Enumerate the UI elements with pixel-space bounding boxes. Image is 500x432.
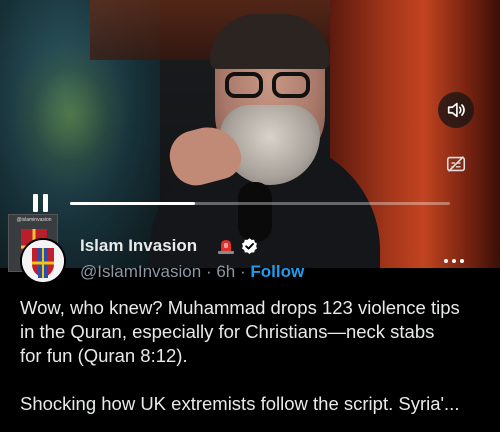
video-background-plant (10, 40, 130, 190)
video-person-glasses-right (272, 72, 310, 98)
pause-bar-right (43, 194, 48, 212)
more-dot-icon (444, 259, 448, 263)
pause-icon[interactable] (33, 194, 53, 214)
post-body[interactable]: Wow, who knew? Muhammad drops 123 violen… (20, 296, 490, 416)
siren-emoji-icon (218, 240, 234, 254)
author-meta: @IslamInvasion · 6h · Follow (80, 262, 304, 282)
more-options-button[interactable] (440, 254, 468, 268)
post-text-line: Shocking how UK extremists follow the sc… (20, 393, 460, 414)
volume-button[interactable] (438, 92, 474, 128)
post-screen: @islaminvasion Islam Invasion @IslamInva… (0, 0, 500, 432)
meta-separator: · (205, 262, 212, 281)
video-progress-fill (70, 202, 196, 205)
subtitles-off-icon (446, 156, 466, 172)
video-progress-bar[interactable] (70, 202, 450, 205)
author-display-name[interactable]: Islam Invasion (80, 236, 197, 256)
avatar[interactable] (20, 238, 66, 284)
video-player[interactable] (0, 0, 500, 268)
meta-separator-2: · (240, 262, 246, 281)
post-time[interactable]: 6h (216, 262, 235, 281)
video-microphone (238, 182, 272, 242)
post-text-line: for fun (Quran 8:12). (20, 345, 188, 366)
more-dot-icon (460, 259, 464, 263)
subtitles-button[interactable] (440, 148, 472, 180)
pause-bar-left (33, 194, 38, 212)
post-text-line: in the Quran, especially for Christians—… (20, 321, 435, 342)
author-handle[interactable]: @IslamInvasion (80, 262, 201, 281)
verified-badge-icon (241, 238, 258, 255)
follow-button[interactable]: Follow (250, 262, 304, 281)
crest-avatar-icon (22, 240, 64, 282)
post-text-line: Wow, who knew? Muhammad drops 123 violen… (20, 297, 460, 318)
speaker-volume-icon (447, 102, 465, 118)
video-person-glasses-left (225, 72, 263, 98)
more-dot-icon (452, 259, 456, 263)
